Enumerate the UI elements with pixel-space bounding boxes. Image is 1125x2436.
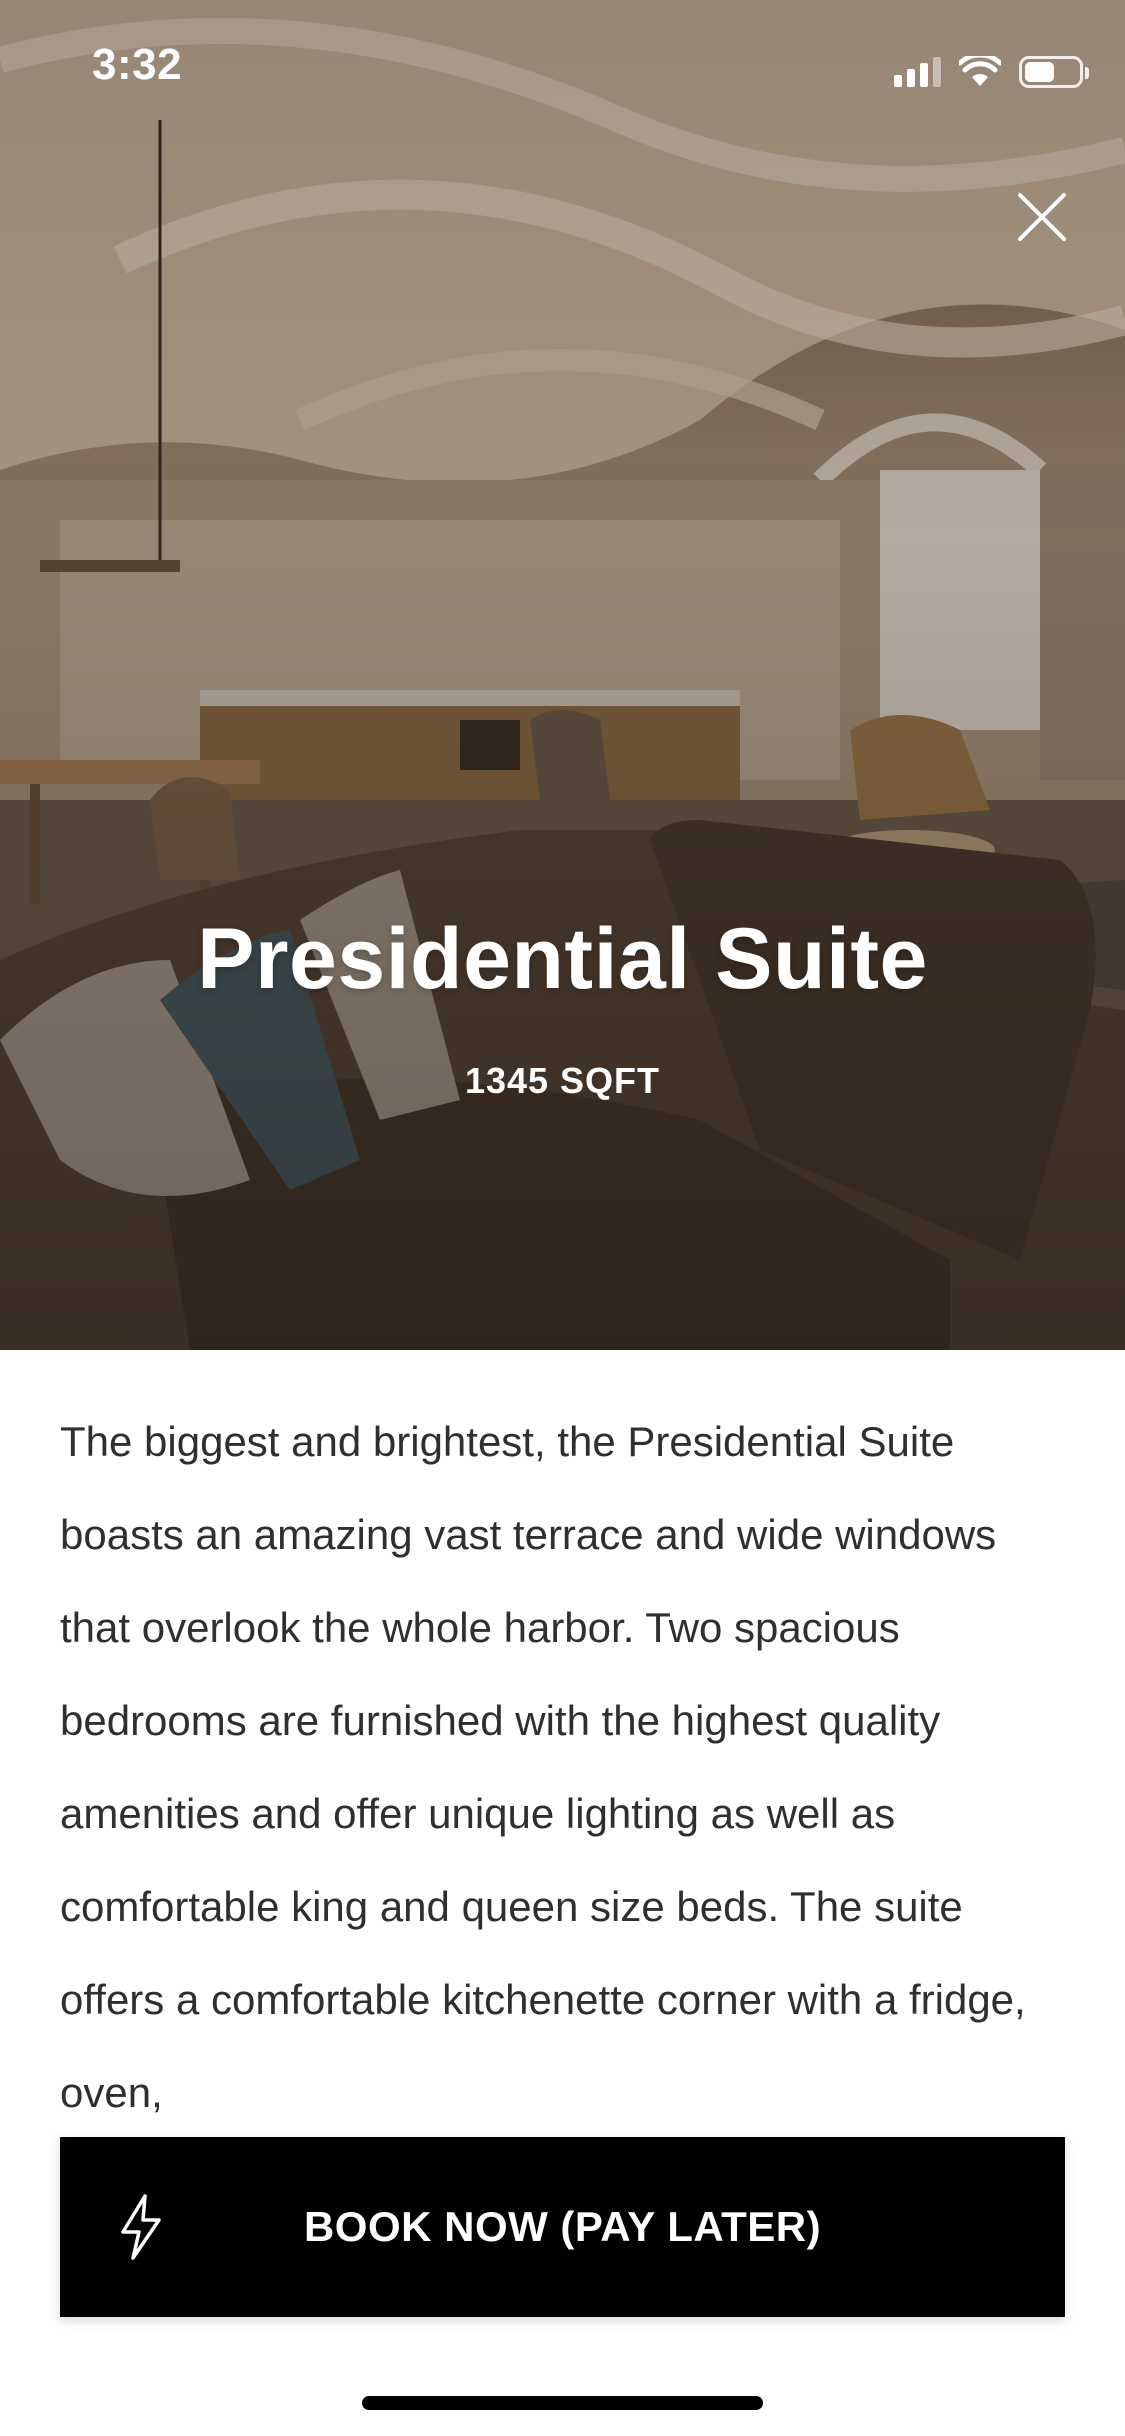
book-now-button[interactable]: BOOK NOW (PAY LATER) (60, 2137, 1065, 2317)
lightning-bolt-icon (121, 2194, 161, 2260)
hero-overlay (0, 0, 1125, 1350)
hero-image: 3:32 Presidential Suite 1345 SQFT (0, 0, 1125, 1350)
battery-level (1025, 62, 1054, 82)
home-indicator[interactable] (362, 2396, 763, 2410)
status-time: 3:32 (92, 40, 183, 89)
room-description: The biggest and brightest, the President… (60, 1418, 1026, 2115)
battery-icon (1019, 56, 1089, 88)
status-bar: 3:32 (0, 0, 1125, 140)
room-detail-screen: 3:32 Presidential Suite 1345 SQFT The bi… (0, 0, 1125, 2436)
room-title: Presidential Suite (197, 911, 928, 1007)
close-icon[interactable] (1010, 185, 1074, 249)
room-size: 1345 SQFT (464, 1060, 661, 1101)
signal-icon (894, 57, 941, 87)
wifi-icon (959, 56, 1001, 86)
status-icons (894, 52, 1089, 92)
book-now-label: BOOK NOW (PAY LATER) (303, 2203, 822, 2250)
